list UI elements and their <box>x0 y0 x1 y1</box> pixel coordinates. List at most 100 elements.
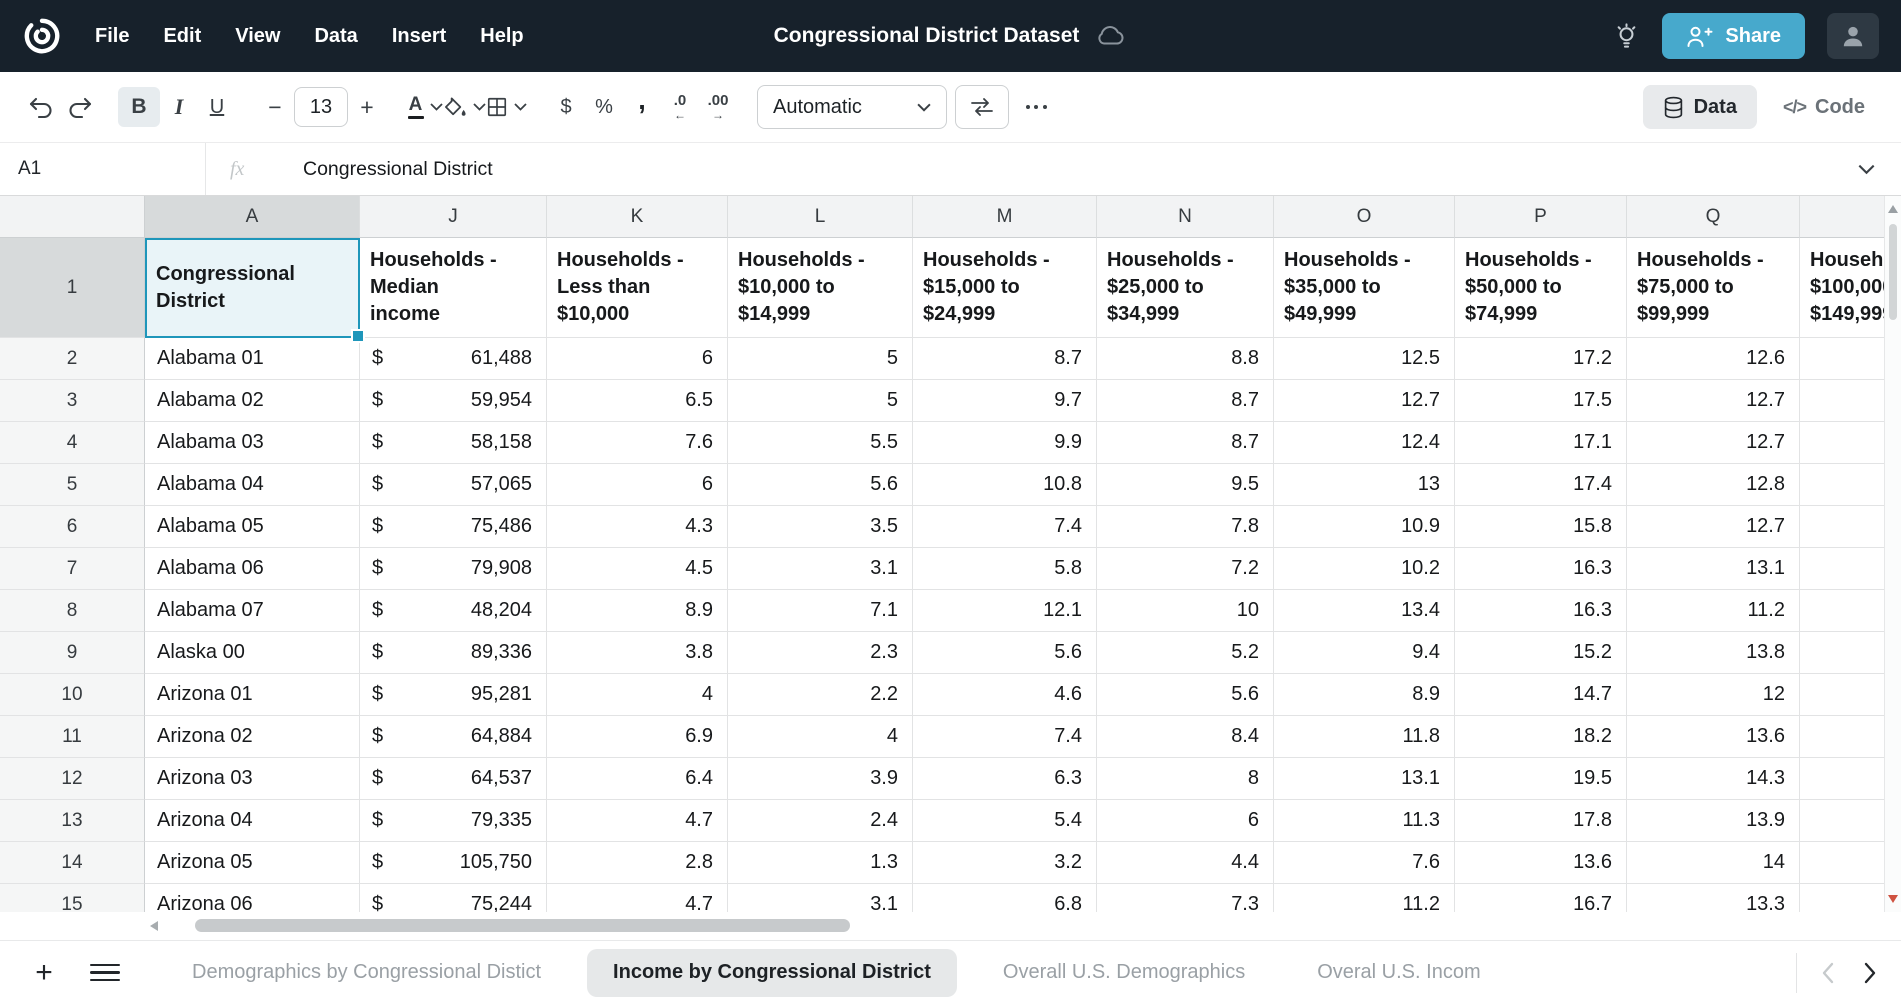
cell-N3[interactable]: 8.7 <box>1097 380 1274 422</box>
cell-K11[interactable]: 6.9 <box>547 716 728 758</box>
cell-P4[interactable]: 17.1 <box>1455 422 1627 464</box>
column-header-A[interactable]: A <box>145 196 360 238</box>
vertical-scroll-thumb[interactable] <box>1889 224 1897 320</box>
cell-J2[interactable]: $61,488 <box>360 338 547 380</box>
tabs-scroll-left-button[interactable] <box>1821 962 1834 984</box>
cell-P12[interactable]: 19.5 <box>1455 758 1627 800</box>
cell-M5[interactable]: 10.8 <box>913 464 1097 506</box>
menu-item-insert[interactable]: Insert <box>375 16 463 57</box>
cell-J3[interactable]: $59,954 <box>360 380 547 422</box>
cell-O6[interactable]: 10.9 <box>1274 506 1455 548</box>
formula-input[interactable]: Congressional District <box>277 158 1858 181</box>
convert-values-button[interactable] <box>955 85 1009 129</box>
cell-P14[interactable]: 13.6 <box>1455 842 1627 884</box>
menu-item-view[interactable]: View <box>218 16 297 57</box>
cell-Q13[interactable]: 13.9 <box>1627 800 1800 842</box>
cell-L9[interactable]: 2.3 <box>728 632 913 674</box>
cell-L3[interactable]: 5 <box>728 380 913 422</box>
increase-decimal-button[interactable]: .00 → <box>699 87 737 127</box>
scroll-down-icon[interactable] <box>1888 895 1898 903</box>
cell-N14[interactable]: 4.4 <box>1097 842 1274 884</box>
cell-L5[interactable]: 5.6 <box>728 464 913 506</box>
cell-J10[interactable]: $95,281 <box>360 674 547 716</box>
cell-K1[interactable]: Households - Less than $10,000 <box>547 238 728 338</box>
cell-L14[interactable]: 1.3 <box>728 842 913 884</box>
cell-P10[interactable]: 14.7 <box>1455 674 1627 716</box>
cell-M4[interactable]: 9.9 <box>913 422 1097 464</box>
cell-M7[interactable]: 5.8 <box>913 548 1097 590</box>
cell-Q6[interactable]: 12.7 <box>1627 506 1800 548</box>
cell-A9[interactable]: Alaska 00 <box>145 632 360 674</box>
cell-J4[interactable]: $58,158 <box>360 422 547 464</box>
cell-K7[interactable]: 4.5 <box>547 548 728 590</box>
cell-K3[interactable]: 6.5 <box>547 380 728 422</box>
cell-J15[interactable]: $75,244 <box>360 884 547 912</box>
scroll-left-icon[interactable] <box>150 921 158 931</box>
cell-P8[interactable]: 16.3 <box>1455 590 1627 632</box>
cell-M15[interactable]: 6.8 <box>913 884 1097 912</box>
column-header-L[interactable]: L <box>728 196 913 238</box>
menu-item-file[interactable]: File <box>78 16 146 57</box>
cell-Q12[interactable]: 14.3 <box>1627 758 1800 800</box>
tabs-scroll-right-button[interactable] <box>1864 962 1877 984</box>
cell-M10[interactable]: 4.6 <box>913 674 1097 716</box>
cell-N1[interactable]: Households - $25,000 to $34,999 <box>1097 238 1274 338</box>
cell-J8[interactable]: $48,204 <box>360 590 547 632</box>
cell-L7[interactable]: 3.1 <box>728 548 913 590</box>
cell-L8[interactable]: 7.1 <box>728 590 913 632</box>
tips-icon[interactable] <box>1613 23 1640 50</box>
row-header-8[interactable]: 8 <box>0 590 145 632</box>
thousands-separator-button[interactable]: , <box>623 87 661 127</box>
cell-A10[interactable]: Arizona 01 <box>145 674 360 716</box>
cell-L2[interactable]: 5 <box>728 338 913 380</box>
add-sheet-button[interactable]: + <box>24 951 64 995</box>
cell-K6[interactable]: 4.3 <box>547 506 728 548</box>
cell-L13[interactable]: 2.4 <box>728 800 913 842</box>
cell-J6[interactable]: $75,486 <box>360 506 547 548</box>
cell-J11[interactable]: $64,884 <box>360 716 547 758</box>
cell-A11[interactable]: Arizona 02 <box>145 716 360 758</box>
cell-A6[interactable]: Alabama 05 <box>145 506 360 548</box>
text-color-button[interactable]: A <box>406 87 444 127</box>
row-header-3[interactable]: 3 <box>0 380 145 422</box>
menu-item-edit[interactable]: Edit <box>146 16 218 57</box>
sheet-list-menu-button[interactable] <box>90 951 120 995</box>
cell-J5[interactable]: $57,065 <box>360 464 547 506</box>
row-header-1[interactable]: 1 <box>0 238 145 338</box>
row-header-9[interactable]: 9 <box>0 632 145 674</box>
bold-button[interactable]: B <box>118 87 160 127</box>
cell-A5[interactable]: Alabama 04 <box>145 464 360 506</box>
row-header-6[interactable]: 6 <box>0 506 145 548</box>
cell-M11[interactable]: 7.4 <box>913 716 1097 758</box>
redo-button[interactable] <box>60 87 98 127</box>
column-header-O[interactable]: O <box>1274 196 1455 238</box>
cell-N10[interactable]: 5.6 <box>1097 674 1274 716</box>
cell-L11[interactable]: 4 <box>728 716 913 758</box>
cell-N5[interactable]: 9.5 <box>1097 464 1274 506</box>
cell-M1[interactable]: Households - $15,000 to $24,999 <box>913 238 1097 338</box>
cell-O7[interactable]: 10.2 <box>1274 548 1455 590</box>
cell-K15[interactable]: 4.7 <box>547 884 728 912</box>
cell-O5[interactable]: 13 <box>1274 464 1455 506</box>
cell-O8[interactable]: 13.4 <box>1274 590 1455 632</box>
horizontal-scroll-thumb[interactable] <box>195 919 850 932</box>
cell-N7[interactable]: 7.2 <box>1097 548 1274 590</box>
row-header-14[interactable]: 14 <box>0 842 145 884</box>
cell-P5[interactable]: 17.4 <box>1455 464 1627 506</box>
row-header-15[interactable]: 15 <box>0 884 145 912</box>
column-header-K[interactable]: K <box>547 196 728 238</box>
column-header-Q[interactable]: Q <box>1627 196 1800 238</box>
horizontal-scrollbar[interactable] <box>0 912 1901 940</box>
cell-K10[interactable]: 4 <box>547 674 728 716</box>
cell-N13[interactable]: 6 <box>1097 800 1274 842</box>
row-header-7[interactable]: 7 <box>0 548 145 590</box>
cell-J7[interactable]: $79,908 <box>360 548 547 590</box>
cell-A7[interactable]: Alabama 06 <box>145 548 360 590</box>
column-header-M[interactable]: M <box>913 196 1097 238</box>
cell-N12[interactable]: 8 <box>1097 758 1274 800</box>
undo-button[interactable] <box>22 87 60 127</box>
cell-Q15[interactable]: 13.3 <box>1627 884 1800 912</box>
cell-A14[interactable]: Arizona 05 <box>145 842 360 884</box>
cell-M9[interactable]: 5.6 <box>913 632 1097 674</box>
cell-O10[interactable]: 8.9 <box>1274 674 1455 716</box>
